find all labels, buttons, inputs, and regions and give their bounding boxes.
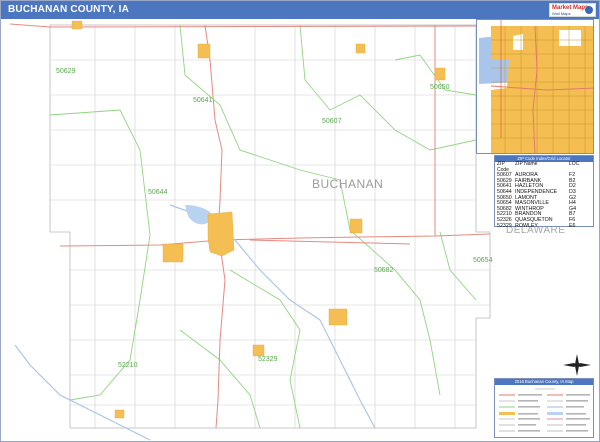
publisher-logo: Market Maps Wall Maps [549, 3, 596, 17]
zip-code-index: ZIP Code Index/Grid Locator ZIP Code ZIP… [494, 155, 594, 230]
county-area [10, 19, 490, 440]
inset-map [476, 19, 594, 154]
zip-index-loc: E6 [569, 222, 576, 229]
zip-index-name: ROWLEY [515, 222, 538, 229]
map-title: BUCHANAN COUNTY, IA [8, 4, 130, 15]
legend-symbols [499, 388, 590, 432]
inset-map-graphic [477, 20, 593, 153]
compass-rose-icon [563, 354, 591, 376]
map-legend: 2016 Buchanan County, IA Map [494, 378, 594, 438]
zip-index-zip: 52329 [497, 222, 512, 229]
zip-index-row: 52329 ROWLEY E6 [495, 222, 593, 230]
logo-globe-icon [585, 6, 593, 14]
logo-line-2: Wall Maps [552, 11, 571, 16]
title-bar: BUCHANAN COUNTY, IA Market Maps Wall Map… [1, 1, 599, 19]
